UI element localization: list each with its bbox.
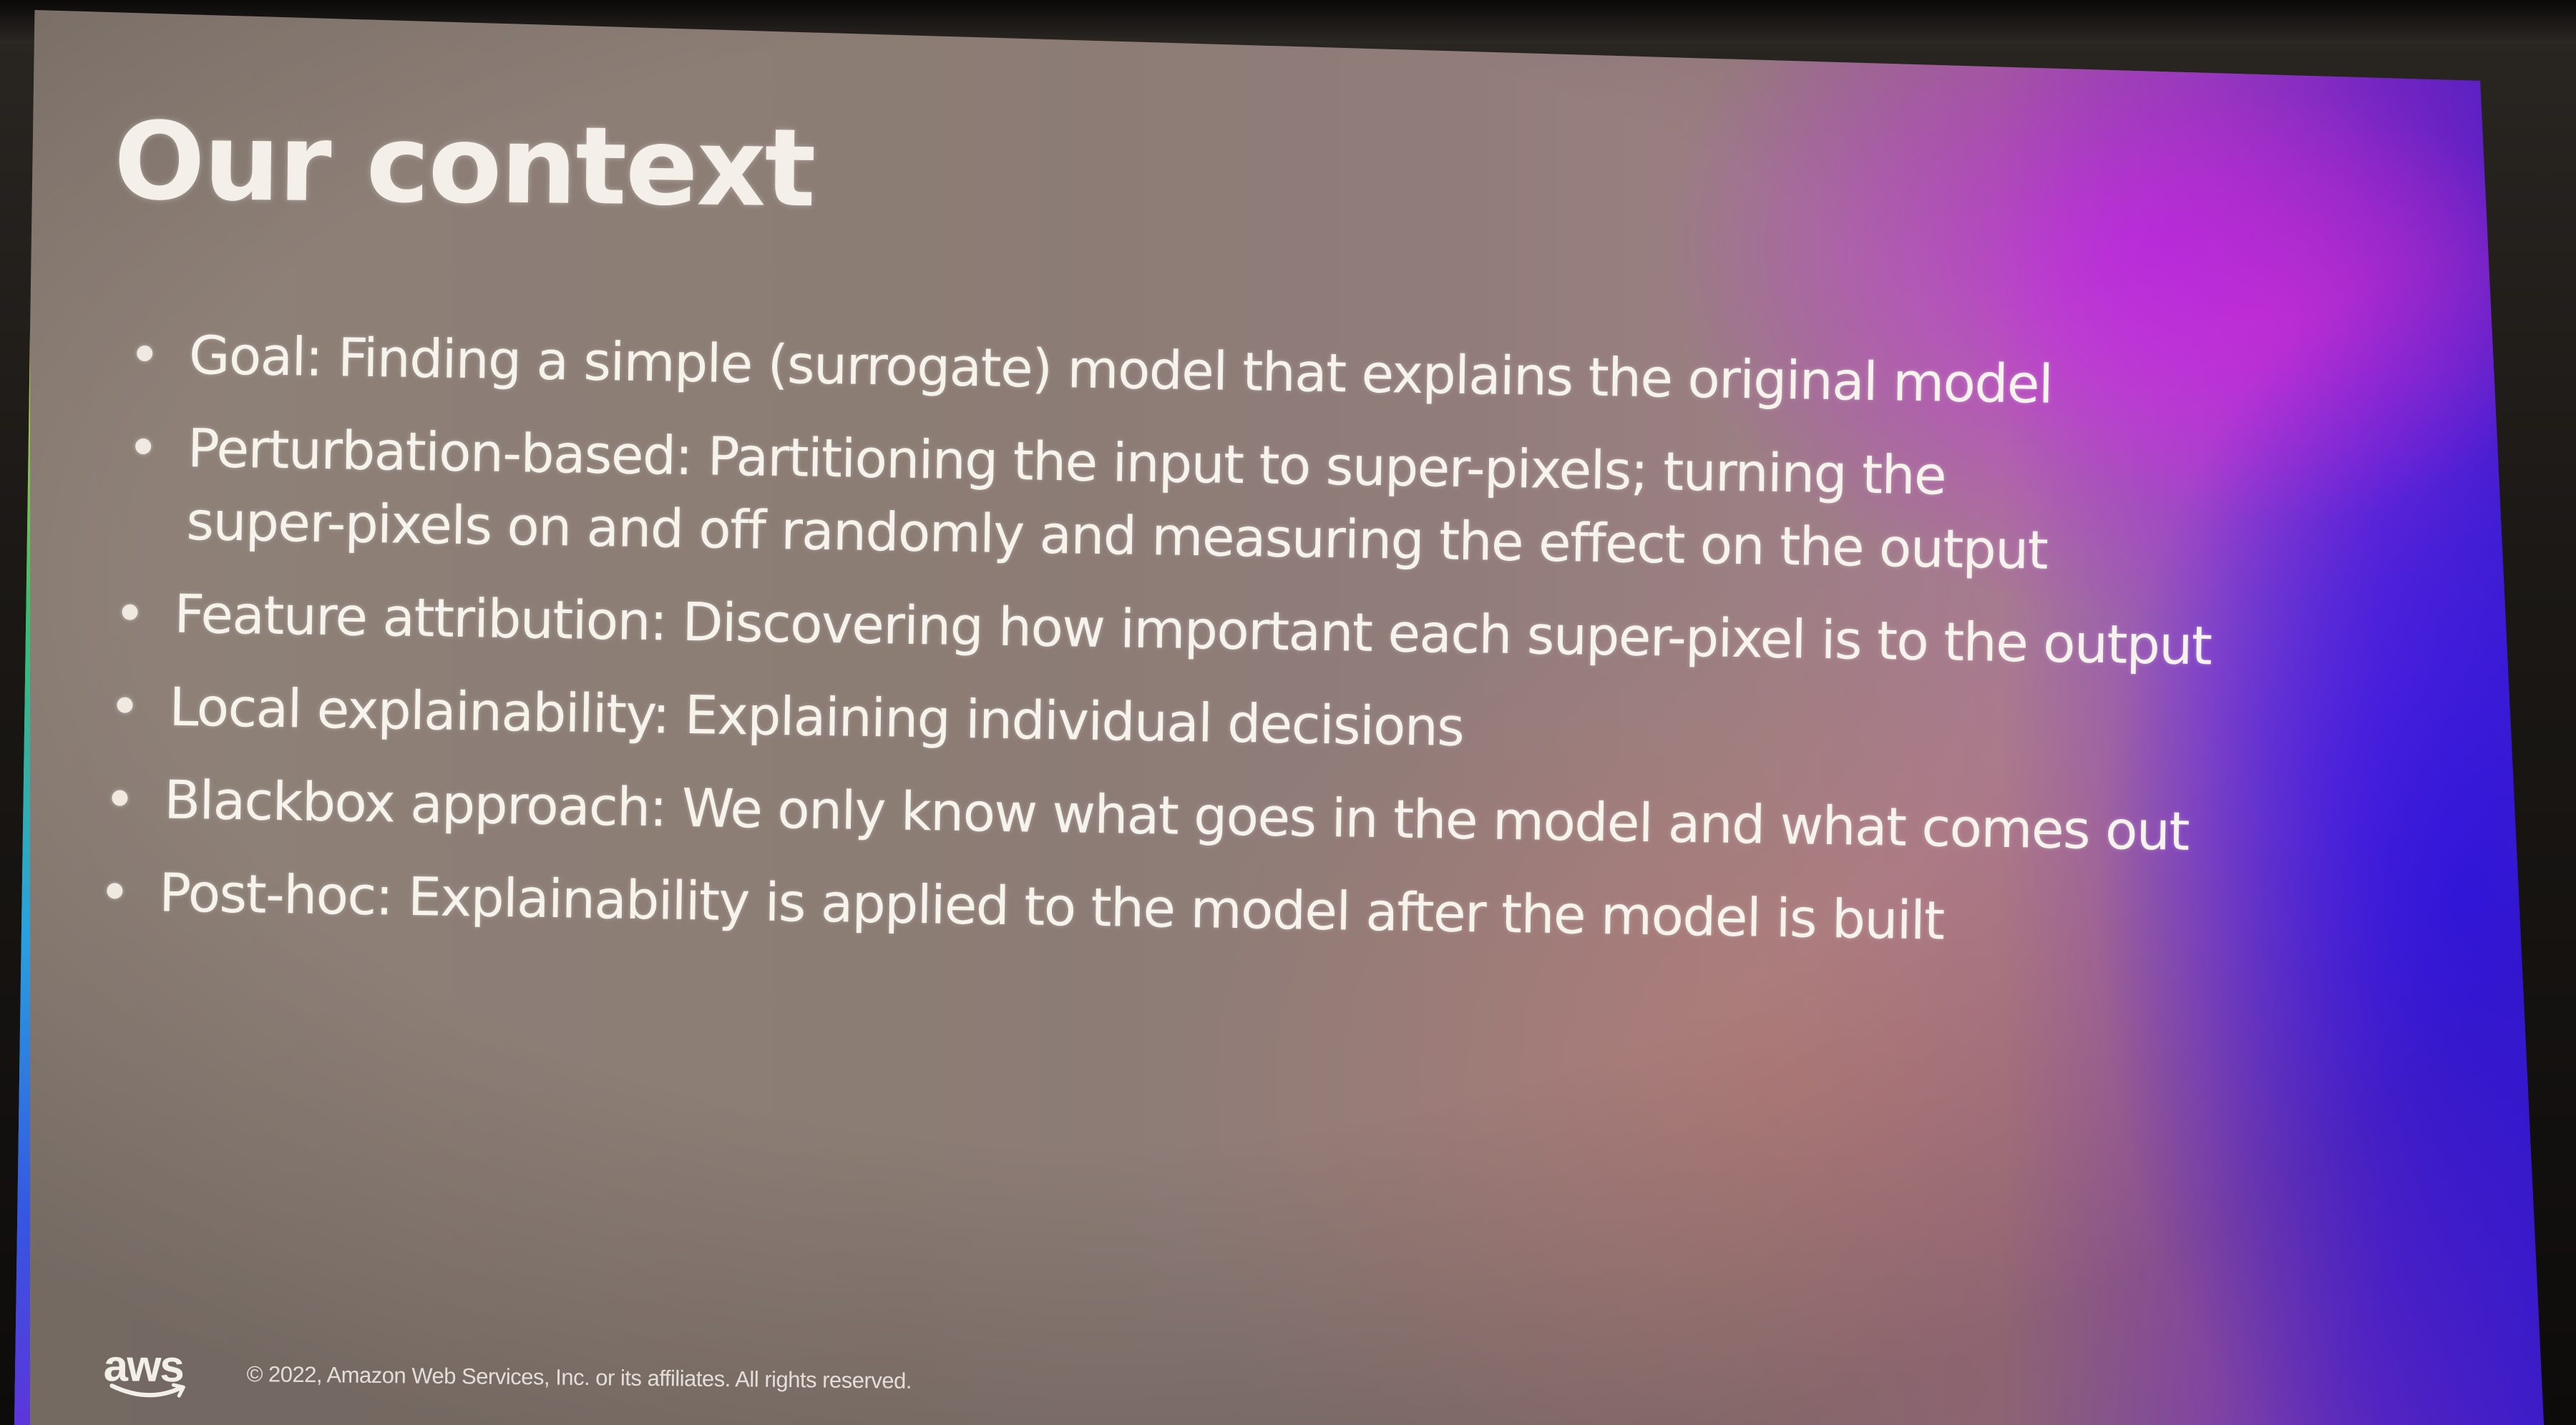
bullet-label: Local explainability: [168,676,686,746]
bullet-dot-icon [107,883,123,899]
projected-slide: Our context Goal: Finding a simple (surr… [14,10,2545,1425]
bullet-goal: Goal: Finding a simple (surrogate) model… [120,318,2461,427]
bullet-blackbox: Blackbox approach: We only know what goe… [96,763,2454,873]
aws-logo-icon: aws [103,1341,197,1402]
bullet-dot-icon [122,604,138,620]
bullet-dot-icon [112,790,128,806]
bullet-label: Goal: [188,324,338,389]
slide-title: Our context [113,99,816,232]
bullet-feature-attribution: Feature attribution: Discovering how imp… [106,577,2457,687]
bullet-dot-icon [117,697,133,713]
conference-room: Our context Goal: Finding a simple (surr… [0,0,2576,1425]
bullet-label: Perturbation-based: [187,417,708,488]
bullet-dot-icon [137,345,153,362]
aws-smile-icon [109,1383,185,1398]
bullet-perturbation: Perturbation-based: Partitioning the inp… [118,411,2460,593]
bullet-dot-icon [135,438,152,455]
bullet-body: We only know what goes in the model and … [681,777,2190,863]
accent-bar [14,10,30,1425]
bullet-post-hoc: Post-hoc: Explainability is applied to t… [91,856,2453,966]
bullet-local-explainability: Local explainability: Explaining individ… [101,670,2456,780]
bullet-label: Blackbox approach: [163,769,683,839]
slide-footer: aws © 2022, Amazon Web Services, Inc. or… [103,1341,912,1410]
bullet-list: Goal: Finding a simple (surrogate) model… [90,318,2461,986]
bullet-body: Explaining individual decisions [684,684,1465,758]
bullet-label: Feature attribution: [173,583,683,653]
bullet-body: Finding a simple (surrogate) model that … [337,327,2053,416]
copyright-notice: © 2022, Amazon Web Services, Inc. or its… [246,1361,912,1394]
bullet-label: Post-hoc: [158,862,409,928]
bullet-body: Discovering how important each super-pix… [681,591,2212,677]
bullet-body: Explainability is applied to the model a… [407,866,1945,952]
bullet-body-continued: super-pixels on and off randomly and mea… [185,490,2048,582]
bullet-body: Partitioning the input to super-pixels; … [707,426,1946,507]
